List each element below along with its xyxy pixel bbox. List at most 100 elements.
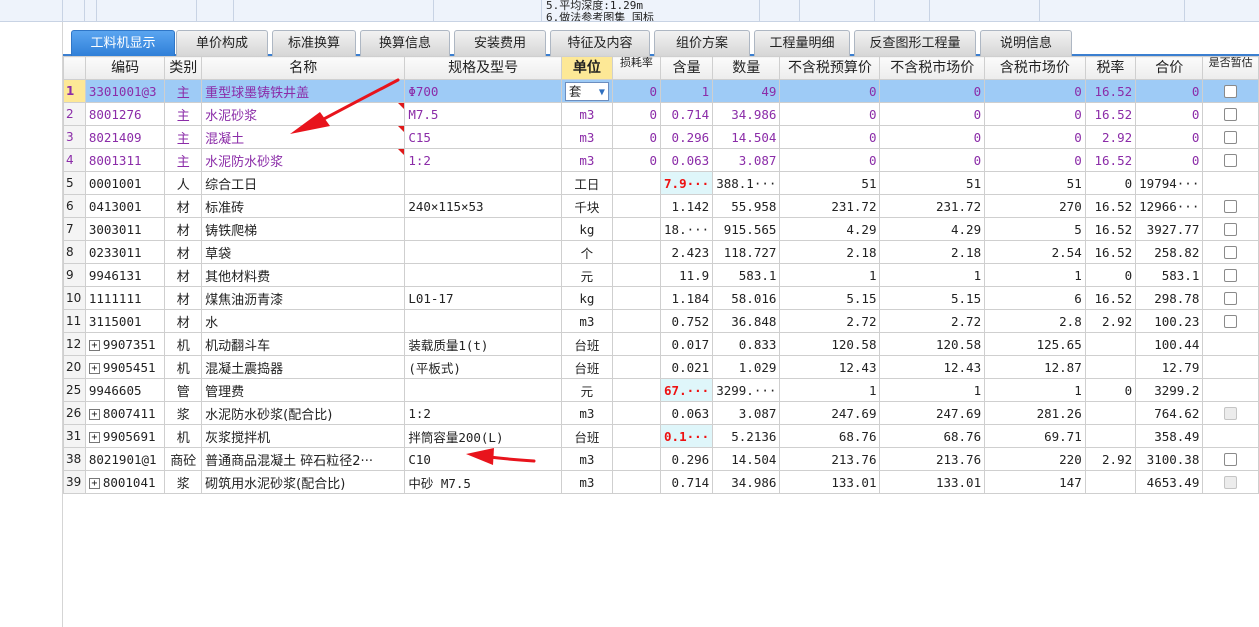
cell-unit[interactable]: m3: [560, 102, 613, 126]
cell-type[interactable]: 材: [164, 309, 203, 333]
cell-type[interactable]: 材: [164, 286, 203, 310]
cell-name[interactable]: 综合工日: [201, 171, 406, 195]
cell-spec[interactable]: 拌筒容量200(L): [404, 424, 562, 448]
cell-unit[interactable]: m3: [560, 148, 613, 172]
header-spec[interactable]: 规格及型号: [404, 56, 562, 80]
cell-unit[interactable]: m3: [560, 470, 613, 494]
cell-quantity[interactable]: 49: [712, 79, 781, 103]
row-number[interactable]: 10: [63, 286, 86, 310]
cell-unit[interactable]: 工日: [560, 171, 613, 195]
cell-type[interactable]: 管: [164, 378, 203, 402]
cell-total[interactable]: 12.79: [1135, 355, 1204, 379]
row-number[interactable]: 8: [63, 240, 86, 264]
cell-taxed-market-price[interactable]: 69.71: [984, 424, 1086, 448]
provisional-checkbox[interactable]: [1224, 107, 1238, 121]
cell-taxed-market-price[interactable]: 281.26: [984, 401, 1086, 425]
cell-loss-rate[interactable]: [611, 263, 662, 287]
cell-code[interactable]: +9905451: [84, 355, 166, 379]
cell-name[interactable]: 普通商品混凝土 碎石粒径2···: [201, 447, 406, 471]
cell-market-price[interactable]: 2.18: [879, 240, 986, 264]
cell-spec[interactable]: [404, 217, 562, 241]
cell-loss-rate[interactable]: [611, 355, 662, 379]
cell-content[interactable]: 11.9: [660, 263, 714, 287]
cell-provisional[interactable]: [1202, 240, 1259, 264]
cell-loss-rate[interactable]: [611, 240, 662, 264]
cell-provisional[interactable]: [1202, 194, 1259, 218]
provisional-checkbox[interactable]: [1224, 199, 1238, 213]
cell-quantity[interactable]: 3.087: [712, 401, 781, 425]
row-number[interactable]: 12: [63, 332, 86, 356]
cell-unit[interactable]: 元: [560, 378, 613, 402]
cell-content[interactable]: 0.296: [660, 447, 714, 471]
cell-name[interactable]: 水: [201, 309, 406, 333]
cell-unit[interactable]: m3: [560, 447, 613, 471]
row-number[interactable]: 5: [63, 171, 86, 195]
cell-loss-rate[interactable]: 0: [611, 125, 662, 149]
cell-tax-rate[interactable]: 16.52: [1084, 79, 1137, 103]
cell-provisional[interactable]: [1202, 102, 1259, 126]
cell-budget-price[interactable]: 2.18: [779, 240, 881, 264]
cell-total[interactable]: 100.44: [1135, 332, 1204, 356]
header-taxed-market-price[interactable]: 含税市场价: [984, 56, 1086, 80]
tab-4[interactable]: 安装费用: [454, 30, 546, 56]
tab-5[interactable]: 特征及内容: [550, 30, 650, 56]
cell-budget-price[interactable]: 213.76: [779, 447, 881, 471]
cell-unit[interactable]: m3: [560, 401, 613, 425]
row-number[interactable]: 6: [63, 194, 86, 218]
cell-type[interactable]: 浆: [164, 470, 203, 494]
cell-name[interactable]: 管理费: [201, 378, 406, 402]
cell-tax-rate[interactable]: [1084, 424, 1137, 448]
cell-taxed-market-price[interactable]: 220: [984, 447, 1086, 471]
cell-unit[interactable]: kg: [560, 217, 613, 241]
cell-total[interactable]: 298.78: [1135, 286, 1204, 310]
cell-taxed-market-price[interactable]: 125.65: [984, 332, 1086, 356]
cell-tax-rate[interactable]: 2.92: [1084, 309, 1137, 333]
cell-spec[interactable]: 装载质量1(t): [404, 332, 562, 356]
header-type[interactable]: 类别: [164, 56, 203, 80]
tab-3[interactable]: 换算信息: [360, 30, 450, 56]
table-row[interactable]: 5 0001001 人综合工日 工日 7.9··· 388.1··· 51 51 51 0 1979…: [63, 171, 1259, 195]
cell-quantity[interactable]: 3.087: [712, 148, 781, 172]
header-tax-rate[interactable]: 税率: [1084, 56, 1137, 80]
cell-spec[interactable]: 1:2: [404, 401, 562, 425]
cell-budget-price[interactable]: 4.29: [779, 217, 881, 241]
cell-content[interactable]: 0.063: [660, 148, 714, 172]
cell-taxed-market-price[interactable]: 270: [984, 194, 1086, 218]
cell-spec[interactable]: [404, 309, 562, 333]
cell-type[interactable]: 主: [164, 102, 203, 126]
cell-provisional[interactable]: [1202, 217, 1259, 241]
cell-market-price[interactable]: 213.76: [879, 447, 986, 471]
row-number[interactable]: 39: [63, 470, 86, 494]
row-number[interactable]: 9: [63, 263, 86, 287]
cell-taxed-market-price[interactable]: 1: [984, 378, 1086, 402]
cell-name[interactable]: 草袋: [201, 240, 406, 264]
cell-loss-rate[interactable]: [611, 401, 662, 425]
cell-unit[interactable]: 千块: [560, 194, 613, 218]
cell-quantity[interactable]: 388.1···: [712, 171, 781, 195]
cell-market-price[interactable]: 231.72: [879, 194, 986, 218]
cell-total[interactable]: 100.23: [1135, 309, 1204, 333]
cell-taxed-market-price[interactable]: 0: [984, 79, 1086, 103]
cell-total[interactable]: 0: [1135, 148, 1204, 172]
cell-code[interactable]: +8007411: [84, 401, 166, 425]
cell-loss-rate[interactable]: [611, 309, 662, 333]
provisional-checkbox[interactable]: [1224, 153, 1238, 167]
header-provisional[interactable]: 是否暂估: [1202, 56, 1259, 80]
cell-quantity[interactable]: 36.848: [712, 309, 781, 333]
cell-loss-rate[interactable]: 0: [611, 79, 662, 103]
cell-budget-price[interactable]: 1: [779, 263, 881, 287]
cell-tax-rate[interactable]: 2.92: [1084, 125, 1137, 149]
cell-loss-rate[interactable]: [611, 194, 662, 218]
header-total[interactable]: 合价: [1135, 56, 1204, 80]
cell-name[interactable]: 灰浆搅拌机: [201, 424, 406, 448]
cell-tax-rate[interactable]: 0: [1084, 171, 1137, 195]
cell-code[interactable]: 0001001: [84, 171, 166, 195]
cell-taxed-market-price[interactable]: 2.54: [984, 240, 1086, 264]
row-number[interactable]: 20: [63, 355, 86, 379]
cell-quantity[interactable]: 34.986: [712, 470, 781, 494]
cell-total[interactable]: 0: [1135, 102, 1204, 126]
cell-budget-price[interactable]: 1: [779, 378, 881, 402]
cell-spec[interactable]: L01-17: [404, 286, 562, 310]
cell-name[interactable]: 混凝土: [201, 125, 406, 149]
cell-tax-rate[interactable]: 16.52: [1084, 286, 1137, 310]
